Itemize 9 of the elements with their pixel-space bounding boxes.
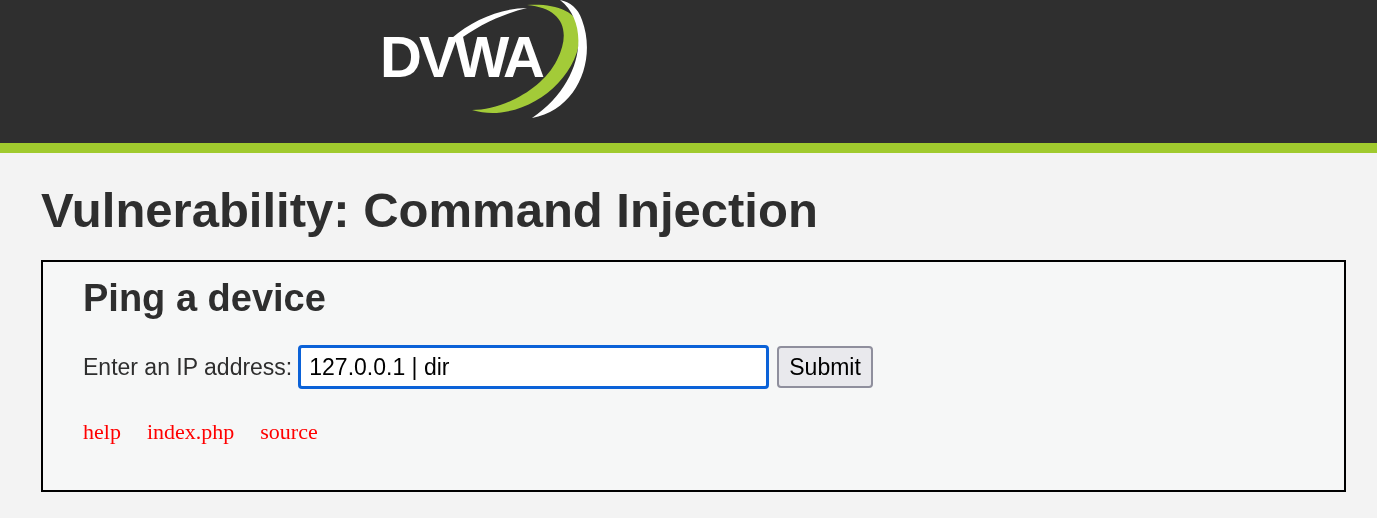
page-title: Vulnerability: Command Injection xyxy=(41,182,819,239)
section-heading: Ping a device xyxy=(83,275,327,321)
ip-address-field[interactable]: 127.0.0.1 | dir xyxy=(298,345,770,390)
link[interactable]: help xyxy=(83,419,121,445)
submit-button[interactable]: Submit xyxy=(777,346,873,389)
link[interactable]: source xyxy=(260,419,318,445)
link[interactable]: index.php xyxy=(146,419,235,445)
logo-text: DVWA xyxy=(380,28,542,86)
field-label: Enter an IP address: xyxy=(83,353,293,383)
